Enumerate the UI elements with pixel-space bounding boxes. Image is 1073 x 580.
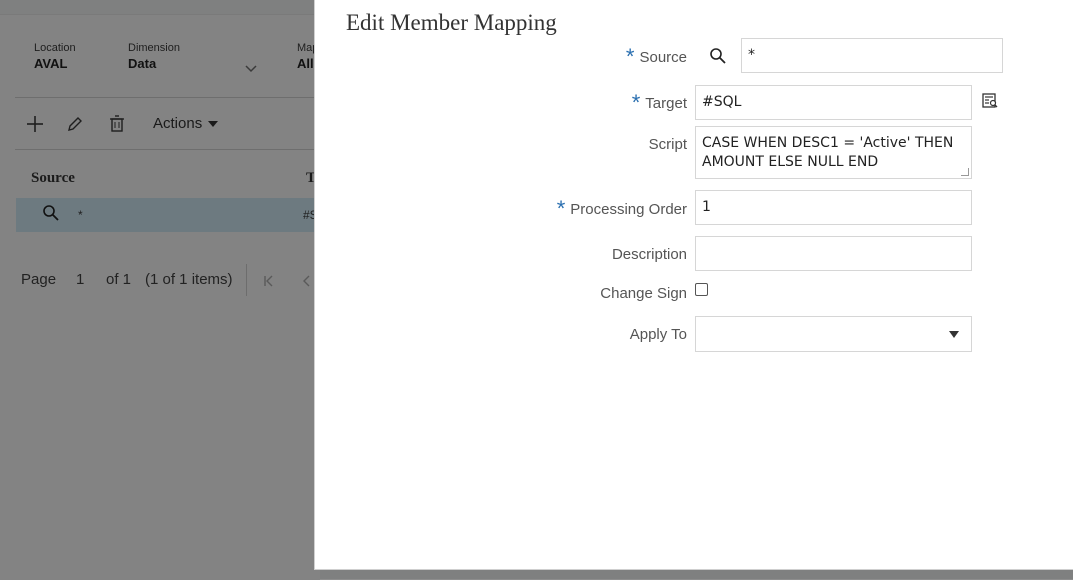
search-icon[interactable] bbox=[709, 47, 727, 65]
apply-to-label: Apply To bbox=[629, 326, 687, 343]
change-sign-label: Change Sign bbox=[600, 285, 687, 302]
search-icon[interactable] bbox=[42, 204, 60, 222]
column-header-source[interactable]: Source bbox=[31, 170, 75, 187]
member-selector-icon[interactable] bbox=[981, 92, 999, 110]
caret-down-icon bbox=[208, 121, 219, 128]
pager-items-count: (1 of 1 items) bbox=[145, 271, 233, 288]
pager-label: Page bbox=[21, 271, 57, 288]
description-label: Description bbox=[611, 246, 687, 263]
change-sign-checkbox[interactable] bbox=[695, 283, 708, 296]
delete-icon[interactable] bbox=[107, 114, 127, 134]
required-indicator: * bbox=[556, 196, 566, 221]
divider bbox=[15, 149, 320, 150]
pager-of-label: of 1 bbox=[106, 271, 132, 288]
script-label: Script bbox=[648, 136, 687, 153]
actions-menu-button[interactable]: Actions bbox=[153, 115, 219, 132]
required-indicator: * bbox=[631, 90, 641, 115]
divider bbox=[246, 264, 247, 296]
source-input[interactable]: * bbox=[741, 38, 1003, 73]
mapping-panel bbox=[0, 14, 320, 580]
description-input[interactable] bbox=[695, 236, 972, 271]
script-textarea[interactable]: CASE WHEN DESC1 = 'Active' THEN AMOUNT E… bbox=[695, 126, 972, 179]
edit-member-mapping-dialog: Edit Member Mapping * Source * * Target #S… bbox=[314, 0, 1073, 570]
pov-map[interactable]: Map All bbox=[297, 42, 314, 71]
divider bbox=[15, 97, 320, 98]
row-source-cell: * bbox=[78, 208, 83, 222]
target-input[interactable]: #SQL bbox=[695, 85, 972, 120]
target-label: * Target bbox=[631, 90, 687, 115]
previous-page-icon[interactable] bbox=[300, 274, 314, 288]
caret-down-icon bbox=[949, 331, 959, 338]
resize-handle[interactable] bbox=[961, 168, 969, 176]
table-row[interactable] bbox=[16, 198, 320, 232]
edit-pencil-icon[interactable] bbox=[65, 114, 85, 134]
processing-order-label: * Processing Order bbox=[556, 196, 687, 221]
pager-page-input[interactable]: 1 bbox=[76, 271, 84, 288]
processing-order-input[interactable]: 1 bbox=[695, 190, 972, 225]
add-icon[interactable] bbox=[25, 114, 45, 134]
source-label: * Source bbox=[625, 44, 687, 69]
pov-dimension[interactable]: Dimension Data bbox=[128, 42, 180, 71]
chevron-down-icon[interactable] bbox=[244, 64, 258, 74]
first-page-icon[interactable] bbox=[262, 274, 276, 288]
apply-to-select[interactable] bbox=[695, 316, 972, 352]
pov-location[interactable]: Location AVAL bbox=[34, 42, 76, 71]
required-indicator: * bbox=[625, 44, 635, 69]
dialog-title: Edit Member Mapping bbox=[346, 10, 557, 35]
